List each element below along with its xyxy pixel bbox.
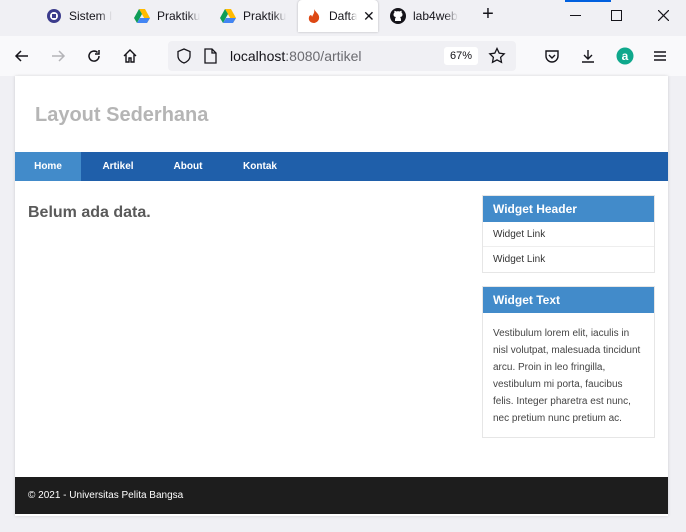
hamburger-menu-icon (654, 51, 666, 61)
site-nav: Home Artikel About Kontak (15, 152, 668, 181)
close-tab-icon[interactable]: ✕ (363, 8, 375, 25)
tab-label: Dafta (329, 9, 357, 23)
svg-text:a: a (622, 49, 629, 63)
home-icon (123, 49, 137, 63)
tab-label: lab4web (413, 9, 458, 23)
widget-text: Widget Text Vestibulum lorem elit, iacul… (482, 286, 655, 438)
university-seal-icon (46, 8, 62, 24)
pocket-icon (545, 50, 559, 63)
close-window-button[interactable] (640, 0, 686, 30)
minimize-icon (569, 14, 581, 16)
zoom-indicator[interactable]: 67% (444, 47, 478, 65)
extension-button[interactable]: a (611, 42, 639, 70)
nav-home[interactable]: Home (15, 152, 81, 181)
forward-arrow-icon (52, 50, 66, 62)
nav-about[interactable]: About (161, 152, 215, 181)
empty-data-message: Belum ada data. (28, 204, 151, 221)
extension-a-icon: a (616, 47, 634, 65)
page-viewport: Layout Sederhana Home Artikel About Kont… (0, 76, 686, 532)
site-title: Layout Sederhana (35, 104, 209, 126)
reload-button[interactable] (80, 42, 108, 70)
new-tab-button[interactable]: + (478, 4, 498, 25)
url-host: localhost (230, 48, 286, 64)
widget-links: Widget Header Widget Link Widget Link (482, 195, 655, 273)
google-drive-icon (134, 8, 150, 24)
tab-label: Praktiku (243, 9, 287, 23)
menu-button[interactable] (646, 42, 674, 70)
address-bar[interactable]: localhost:8080/artikel 67% (168, 41, 516, 71)
navigation-toolbar: localhost:8080/artikel 67% a (0, 36, 686, 76)
home-button[interactable] (116, 42, 144, 70)
tab-strip: Sistem I Praktiku Praktiku Dafta ✕ lab4w… (0, 0, 686, 32)
shield-icon[interactable] (176, 48, 192, 69)
github-icon (390, 8, 406, 24)
maximize-icon (610, 9, 622, 21)
site-container: Layout Sederhana Home Artikel About Kont… (15, 76, 668, 516)
tab-4-active[interactable]: Dafta ✕ (298, 0, 378, 32)
bookmark-star-icon[interactable] (488, 46, 506, 70)
maximize-button[interactable] (593, 0, 639, 30)
widget-text-body: Vestibulum lorem elit, iaculis in nisl v… (493, 328, 641, 424)
download-icon (582, 50, 594, 63)
forward-button[interactable] (44, 42, 72, 70)
widget-header: Widget Header (483, 196, 654, 222)
pocket-button[interactable] (538, 42, 566, 70)
google-drive-icon (220, 8, 236, 24)
page-icon[interactable] (203, 48, 217, 69)
tab-5[interactable]: lab4web (390, 0, 466, 32)
tab-label: Sistem I (69, 9, 113, 23)
back-arrow-icon (14, 50, 28, 62)
url-path: :8080/artikel (285, 48, 362, 64)
back-button[interactable] (8, 42, 36, 70)
tab-1[interactable]: Sistem I (46, 0, 124, 32)
tab-2[interactable]: Praktiku (134, 0, 204, 32)
tab-label: Praktiku (157, 9, 201, 23)
tab-3[interactable]: Praktiku (220, 0, 290, 32)
minimize-button[interactable] (552, 0, 598, 30)
site-footer: © 2021 - Universitas Pelita Bangsa (15, 477, 668, 514)
widget-text-header: Widget Text (483, 287, 654, 313)
nav-kontak[interactable]: Kontak (231, 152, 289, 181)
nav-artikel[interactable]: Artikel (91, 152, 145, 181)
widget-link[interactable]: Widget Link (483, 222, 654, 247)
reload-icon (88, 50, 100, 62)
codeigniter-flame-icon (306, 8, 322, 24)
site-header: Layout Sederhana (15, 76, 668, 152)
url-text[interactable]: localhost:8080/artikel (230, 48, 362, 64)
widget-link[interactable]: Widget Link (483, 247, 654, 272)
downloads-button[interactable] (574, 42, 602, 70)
close-icon (657, 9, 669, 21)
